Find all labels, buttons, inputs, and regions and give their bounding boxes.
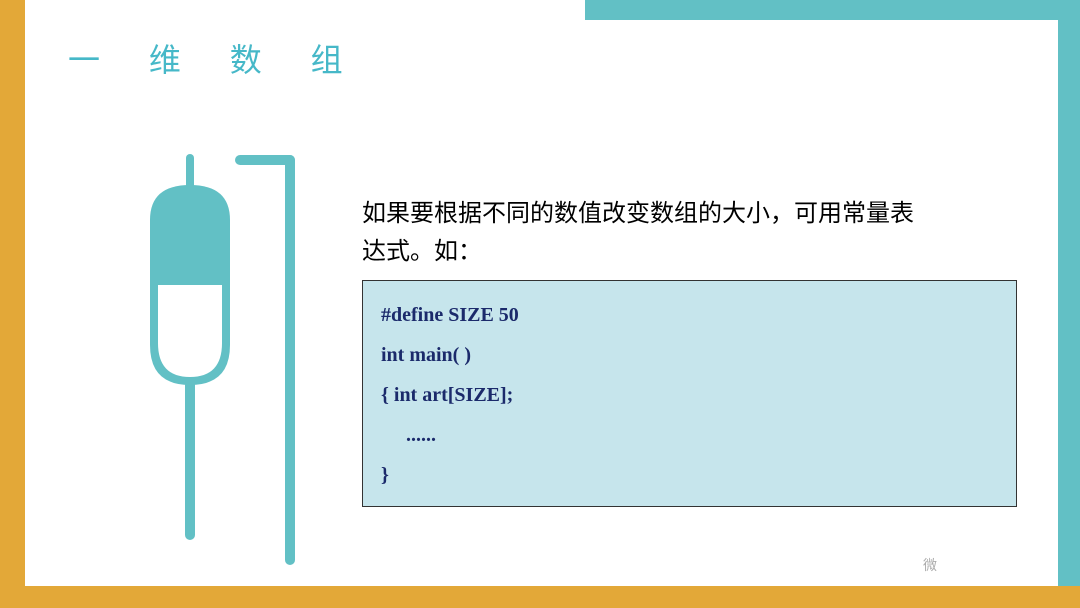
description-text: 如果要根据不同的数值改变数组的大小，可用常量表达式。如：: [362, 195, 922, 272]
border-top-right: [585, 0, 1080, 20]
border-right: [1058, 0, 1080, 608]
code-line: #define SIZE 50: [381, 295, 998, 335]
watermark-text: 29号造物吧: [948, 552, 1040, 578]
watermark: 微 29号造物吧: [918, 552, 1040, 578]
wechat-icon: 微: [918, 553, 942, 577]
code-line: ......: [381, 415, 998, 455]
iv-drip-illustration: [110, 130, 320, 575]
border-left: [0, 0, 25, 608]
page-title: 一 维 数 组: [68, 35, 363, 81]
code-block: #define SIZE 50 int main( ) { int art[SI…: [362, 280, 1017, 507]
code-line: int main( ): [381, 335, 998, 375]
code-line: }: [381, 455, 998, 495]
border-bottom: [0, 586, 1080, 608]
code-line: { int art[SIZE];: [381, 375, 998, 415]
